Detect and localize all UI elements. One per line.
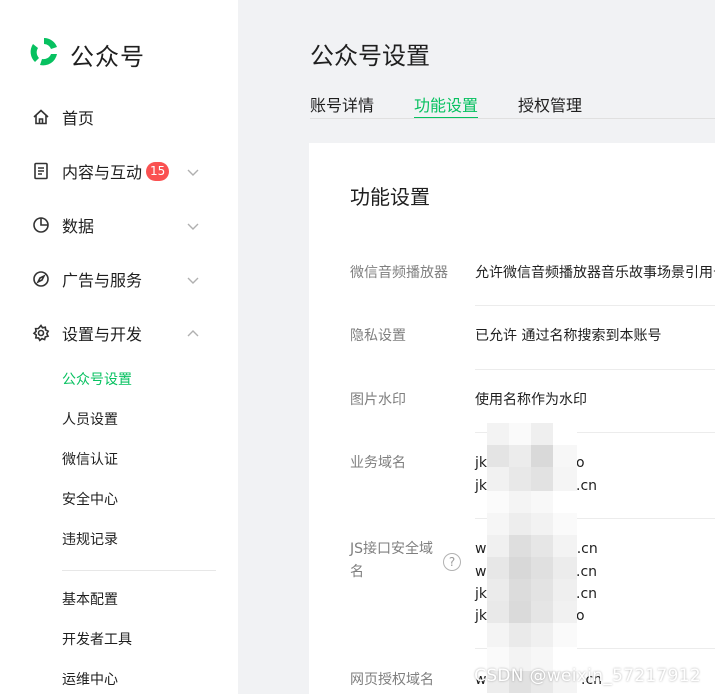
- nav-item-content[interactable]: 内容与互动 15: [30, 156, 210, 186]
- row-label-watermark: 图片水印: [350, 392, 406, 408]
- tabs-divider: [310, 118, 715, 119]
- brand-name: 公众号: [70, 42, 145, 71]
- domain-prefix: jk: [475, 586, 487, 602]
- nav-label: 广告与服务: [62, 271, 143, 290]
- row-label-web-auth-domain: 网页授权域名: [350, 672, 434, 688]
- row-divider: [475, 369, 715, 370]
- sidebar-item-basic-config[interactable]: 基本配置: [62, 590, 118, 610]
- row-label-audio-player: 微信音频播放器: [350, 265, 448, 281]
- nav-item-data[interactable]: 数据: [30, 210, 210, 240]
- nav-label: 内容与互动: [62, 163, 143, 182]
- tab-bar: 账号详情 功能设置 授权管理: [310, 92, 622, 119]
- sidebar-item-dev-tools[interactable]: 开发者工具: [62, 630, 132, 650]
- document-icon: [30, 160, 52, 182]
- sidebar-item-ops-center[interactable]: 运维中心: [62, 670, 118, 690]
- unread-badge: 15: [146, 161, 170, 181]
- nav-label: 首页: [62, 109, 95, 128]
- nav-label: 设置与开发: [62, 325, 143, 344]
- domain-prefix: jk: [475, 478, 487, 494]
- domain-prefix: jk: [475, 455, 487, 471]
- row-label-js-domain: JS接口安全域名: [350, 541, 434, 580]
- row-value-privacy: 已允许 通过名称搜索到本账号: [475, 328, 662, 344]
- domain-suffix: .cn: [576, 478, 598, 494]
- row-value-watermark: 使用名称作为水印: [475, 392, 587, 408]
- compass-icon: [30, 268, 52, 290]
- row-label-business-domain: 业务域名: [350, 455, 406, 471]
- card-title: 功能设置: [350, 185, 430, 209]
- nav-item-settings[interactable]: 设置与开发: [30, 318, 210, 348]
- nav-item-ads[interactable]: 广告与服务: [30, 264, 210, 294]
- pie-chart-icon: [30, 214, 52, 236]
- sidebar-item-wechat-verify[interactable]: 微信认证: [62, 450, 118, 470]
- row-label-privacy: 隐私设置: [350, 328, 406, 344]
- page-title: 公众号设置: [310, 42, 430, 70]
- tab-account-details[interactable]: 账号详情: [310, 92, 374, 119]
- domain-prefix: jk: [475, 608, 487, 624]
- domain-prefix: w: [475, 541, 487, 557]
- redaction-mosaic: [487, 423, 577, 693]
- wechat-mp-logo-icon: [26, 34, 62, 74]
- row-value-audio-player: 允许微信音频播放器音乐故事场景引用号: [475, 265, 715, 281]
- domain-suffix: .cn: [576, 586, 598, 602]
- sidebar-item-account-settings[interactable]: 公众号设置: [62, 370, 132, 390]
- domain-prefix: w: [475, 564, 487, 580]
- chevron-down-icon[interactable]: [186, 272, 200, 286]
- sidebar-item-security-center[interactable]: 安全中心: [62, 490, 118, 510]
- domain-suffix: .cn: [576, 564, 598, 580]
- sidebar-item-violations[interactable]: 违规记录: [62, 530, 118, 550]
- chevron-down-icon[interactable]: [186, 218, 200, 232]
- chevron-down-icon[interactable]: [186, 164, 200, 178]
- feature-settings-card: 功能设置 微信音频播放器 允许微信音频播放器音乐故事场景引用号 隐私设置 已允许…: [309, 143, 715, 694]
- domain-suffix: o: [576, 608, 585, 624]
- home-icon: [30, 106, 52, 128]
- nav-label: 数据: [62, 217, 95, 236]
- csdn-watermark: CSDN @weixin_57217912: [474, 666, 701, 686]
- domain-suffix: o: [576, 455, 585, 471]
- sidebar-item-staff-settings[interactable]: 人员设置: [62, 410, 118, 430]
- nav-item-home[interactable]: 首页: [30, 102, 210, 132]
- help-icon[interactable]: ?: [443, 553, 461, 571]
- row-divider: [475, 305, 715, 306]
- sidebar: 公众号 首页 内容与互动 15 数据 广告与服务 设置与开发 公众号设置 人员设…: [0, 0, 238, 694]
- sidebar-divider: [62, 570, 216, 571]
- chevron-up-icon[interactable]: [186, 326, 200, 340]
- brand-logo[interactable]: 公众号: [26, 36, 145, 72]
- tab-feature-settings[interactable]: 功能设置: [414, 92, 479, 119]
- tab-authorization[interactable]: 授权管理: [518, 92, 582, 119]
- gear-icon: [30, 322, 52, 344]
